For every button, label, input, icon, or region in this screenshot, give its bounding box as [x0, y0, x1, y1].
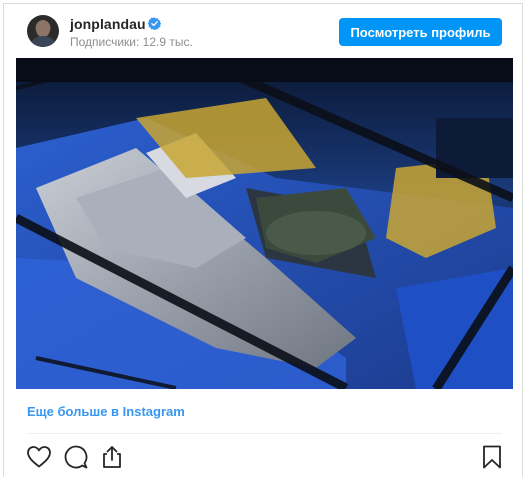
username-link[interactable]: jonplandau — [70, 16, 146, 32]
followers-count: Подписчики: 12.9 тыс. — [70, 35, 193, 49]
avatar[interactable] — [27, 15, 59, 47]
heart-icon[interactable] — [25, 443, 53, 471]
view-profile-button[interactable]: Посмотреть профиль — [339, 18, 502, 46]
share-icon[interactable] — [98, 443, 126, 471]
bookmark-icon[interactable] — [478, 443, 506, 471]
instagram-embed-card: jonplandau Подписчики: 12.9 тыс. Посмотр… — [3, 3, 523, 477]
post-header: jonplandau Подписчики: 12.9 тыс. Посмотр… — [4, 4, 522, 58]
post-photo[interactable] — [16, 58, 513, 389]
more-on-instagram-link[interactable]: Еще больше в Instagram — [27, 404, 185, 419]
divider — [27, 433, 502, 434]
action-bar — [4, 436, 522, 477]
verified-badge-icon — [148, 17, 161, 30]
comment-icon[interactable] — [62, 443, 90, 471]
